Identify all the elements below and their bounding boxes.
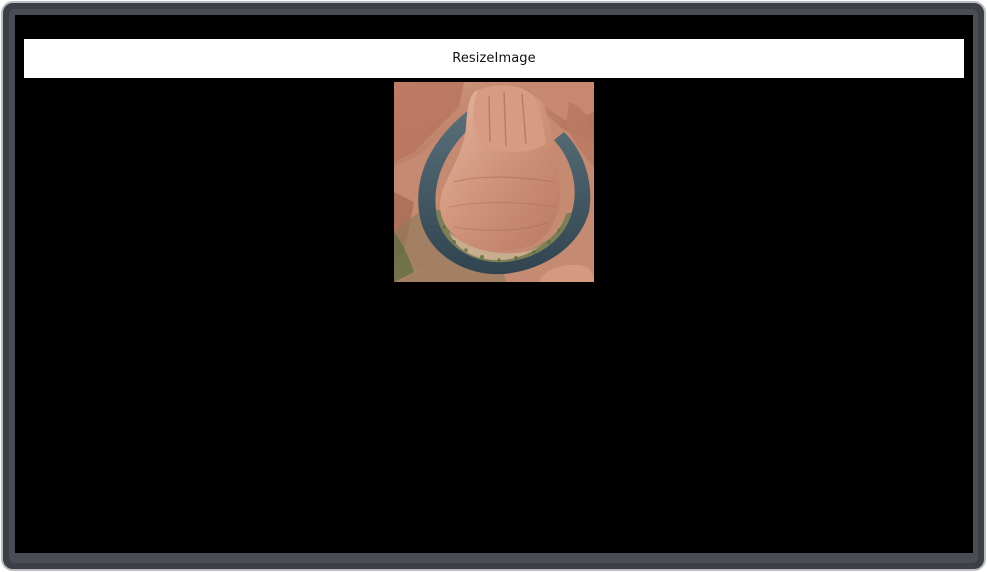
canyon-river-bend-photo [394, 82, 594, 282]
resized-image [394, 82, 594, 282]
app-screen: ResizeImage [15, 15, 973, 553]
title-bar: ResizeImage [24, 39, 964, 78]
app-title: ResizeImage [452, 51, 536, 66]
